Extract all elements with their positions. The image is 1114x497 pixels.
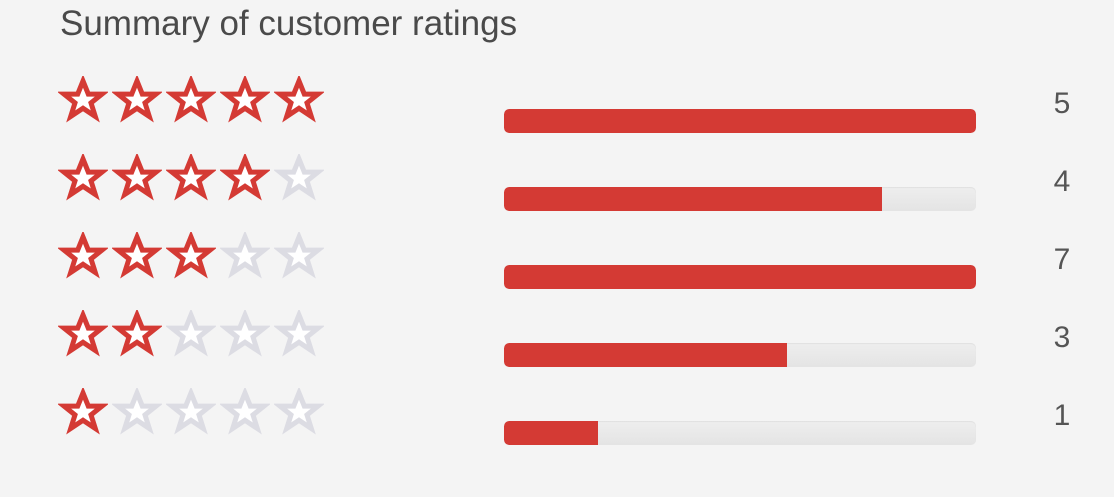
star-empty-icon bbox=[166, 388, 216, 438]
star-empty-icon bbox=[220, 388, 270, 438]
star-filled-icon bbox=[58, 310, 108, 360]
rating-count: 3 bbox=[1053, 321, 1071, 354]
star-filled-icon bbox=[166, 76, 216, 126]
rating-bar-fill bbox=[504, 187, 882, 211]
star-empty-icon bbox=[166, 310, 216, 360]
rating-bar-fill bbox=[504, 109, 976, 133]
ratings-summary: 5 4 7 3 1 bbox=[0, 0, 1114, 497]
star-rating bbox=[58, 310, 328, 360]
rating-count: 1 bbox=[1053, 399, 1071, 432]
star-empty-icon bbox=[274, 232, 324, 282]
rating-bar-fill bbox=[504, 343, 788, 367]
star-empty-icon bbox=[274, 154, 324, 204]
star-filled-icon bbox=[274, 76, 324, 126]
rating-count: 4 bbox=[1053, 165, 1071, 198]
star-filled-icon bbox=[58, 154, 108, 204]
rating-bar-track bbox=[504, 421, 976, 445]
star-rating bbox=[58, 76, 328, 126]
star-rating bbox=[58, 388, 328, 438]
star-filled-icon bbox=[112, 232, 162, 282]
rating-row-4-stars: 4 bbox=[0, 154, 1114, 214]
star-filled-icon bbox=[166, 154, 216, 204]
star-filled-icon bbox=[58, 76, 108, 126]
rating-bar-fill bbox=[504, 265, 976, 289]
star-filled-icon bbox=[220, 76, 270, 126]
rating-bar-track bbox=[504, 343, 976, 367]
star-filled-icon bbox=[112, 310, 162, 360]
star-filled-icon bbox=[112, 154, 162, 204]
rating-bar-fill bbox=[504, 421, 599, 445]
star-empty-icon bbox=[112, 388, 162, 438]
star-empty-icon bbox=[274, 310, 324, 360]
star-empty-icon bbox=[220, 232, 270, 282]
star-empty-icon bbox=[220, 310, 270, 360]
star-filled-icon bbox=[58, 232, 108, 282]
rating-bar-track bbox=[504, 109, 976, 133]
rating-bar-track bbox=[504, 265, 976, 289]
rating-row-5-stars: 5 bbox=[0, 76, 1114, 136]
rating-bar-track bbox=[504, 187, 976, 211]
star-empty-icon bbox=[274, 388, 324, 438]
rating-count: 5 bbox=[1053, 87, 1071, 120]
rating-row-1-star: 1 bbox=[0, 388, 1114, 448]
star-rating bbox=[58, 154, 328, 204]
star-filled-icon bbox=[166, 232, 216, 282]
rating-row-3-stars: 7 bbox=[0, 232, 1114, 292]
rating-count: 7 bbox=[1053, 243, 1071, 276]
star-filled-icon bbox=[220, 154, 270, 204]
star-filled-icon bbox=[112, 76, 162, 126]
rating-row-2-stars: 3 bbox=[0, 310, 1114, 370]
star-rating bbox=[58, 232, 328, 282]
star-filled-icon bbox=[58, 388, 108, 438]
